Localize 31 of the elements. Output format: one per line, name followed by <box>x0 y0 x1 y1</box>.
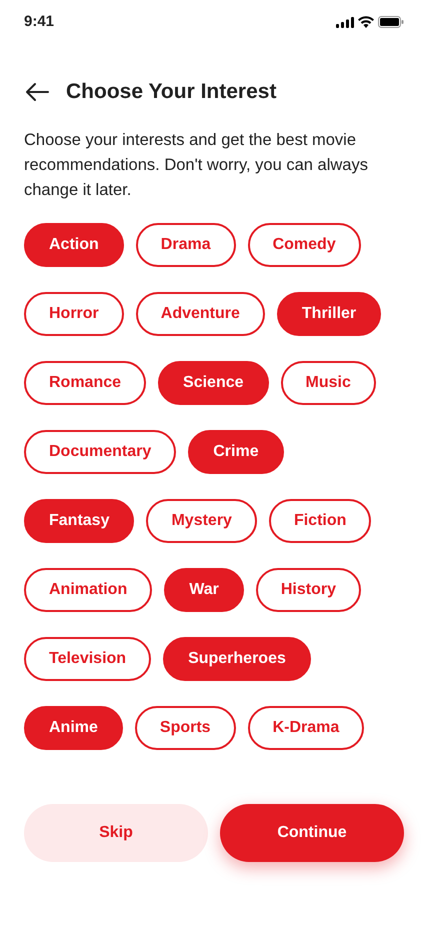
interest-chip[interactable]: Drama <box>136 223 236 267</box>
battery-icon <box>378 16 404 28</box>
interest-chip[interactable]: Fantasy <box>24 499 134 543</box>
interest-chip[interactable]: Television <box>24 637 152 681</box>
interest-chip[interactable]: Anime <box>24 706 123 750</box>
interest-chip[interactable]: Sports <box>134 706 236 750</box>
interest-chip[interactable]: Comedy <box>248 223 361 267</box>
continue-button[interactable]: Continue <box>220 804 404 862</box>
interest-chip[interactable]: Documentary <box>24 430 176 474</box>
page-title: Choose Your Interest <box>66 79 276 105</box>
interest-chip[interactable]: History <box>256 568 361 612</box>
signal-icon <box>336 16 354 28</box>
interest-chip[interactable]: Crime <box>188 430 284 474</box>
interest-chip[interactable]: Adventure <box>136 292 265 336</box>
interest-chip[interactable]: War <box>164 568 244 612</box>
interest-chip[interactable]: Romance <box>24 361 146 405</box>
interest-chip[interactable]: Animation <box>24 568 152 612</box>
interest-chip[interactable]: Horror <box>24 292 124 336</box>
interest-chip[interactable]: Music <box>280 361 376 405</box>
interest-chip[interactable]: Action <box>24 223 124 267</box>
back-button[interactable] <box>24 82 50 102</box>
interest-chip[interactable]: Thriller <box>276 292 382 336</box>
skip-button[interactable]: Skip <box>24 804 208 862</box>
interest-chip[interactable]: K-Drama <box>248 706 364 750</box>
interest-chip[interactable]: Superheroes <box>163 637 311 681</box>
description-text: Choose your interests and get the best movie recommendations. Don't worry, you can always change it later. <box>23 130 369 201</box>
status-time: 9:41 <box>24 12 54 32</box>
wifi-icon <box>358 16 374 28</box>
interest-chip[interactable]: Mystery <box>146 499 257 543</box>
interest-chip[interactable]: Science <box>158 361 269 405</box>
interest-chip[interactable]: Fiction <box>268 499 372 543</box>
